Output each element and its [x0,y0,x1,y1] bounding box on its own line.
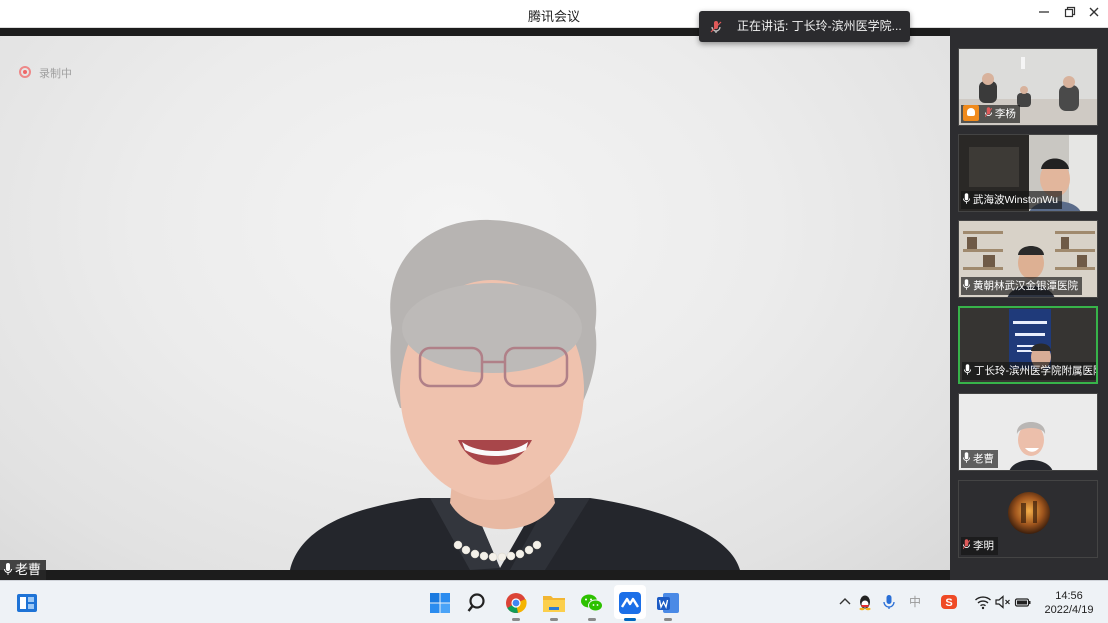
clock-time: 14:56 [1055,590,1083,602]
main-video[interactable]: 录制中 老曹 [0,28,950,580]
participant-name: 李明 [973,540,994,552]
battery-icon[interactable] [1014,593,1032,611]
participant-name: 丁长玲-滨州医学院附属医院 [974,365,1098,377]
participant-label: 李明 [961,537,998,555]
participant-tile-active[interactable]: 丁长玲-滨州医学院附属医院 [958,306,1098,384]
recording-label: 录制中 [39,68,72,80]
window-title: 腾讯会议 [527,9,580,24]
start-icon[interactable] [427,590,453,616]
volume-muted-icon[interactable] [994,593,1012,611]
speaking-banner: 正在讲话: 丁长玲-滨州医学院... [699,11,910,42]
word-icon[interactable] [655,590,681,616]
qq-icon[interactable] [856,593,874,611]
participant-tile[interactable]: 黄朝林武汉金银潭医院 [958,220,1098,298]
microphone-icon[interactable] [880,593,898,611]
participant-label: 丁长玲-滨州医学院附属医院 [962,362,1098,380]
participant-label: 武海波WinstonWu [961,191,1062,209]
speaker-video-figure [290,219,740,570]
recording-icon [19,66,31,78]
minimize-icon [1039,11,1049,13]
clock[interactable]: 14:56 2022/4/19 [1040,589,1098,617]
chrome-icon[interactable] [503,590,529,616]
clock-date: 2022/4/19 [1044,604,1094,616]
widgets-icon[interactable] [14,590,40,616]
participant-label: 李杨 [961,105,1020,123]
participant-tile[interactable]: 老曹 [958,393,1098,471]
microphone-icon [963,279,970,290]
svg-text:S: S [945,597,952,609]
restore-button[interactable] [1059,4,1081,24]
restore-icon [1064,6,1076,18]
participant-tile[interactable]: 武海波WinstonWu [958,134,1098,212]
main-participant-label: 老曹 [15,562,42,577]
microphone-icon [4,563,12,575]
participant-name: 武海波WinstonWu [973,194,1058,206]
microphone-muted-icon [984,107,992,118]
taskbar: 中 S 14:56 2022/4/19 [0,580,1108,623]
minimize-button[interactable] [1033,4,1055,24]
speaking-mic-icon [710,21,722,33]
chevron-up-icon[interactable] [836,593,854,611]
ime-icon[interactable]: 中 [906,593,924,611]
active-indicator [624,618,636,621]
sogou-icon[interactable]: S [940,593,958,611]
microphone-muted-icon [963,539,970,550]
participant-label: 老曹 [961,450,998,468]
running-indicator [512,618,520,621]
title-bar: 腾讯会议 [0,0,1108,28]
participant-tile[interactable]: 李杨 [958,48,1098,126]
running-indicator [588,618,596,621]
participant-name: 黄朝林武汉金银潭医院 [973,280,1078,292]
participant-name: 老曹 [973,453,994,465]
close-icon [1089,7,1099,17]
participant-sidebar: 李杨 武海波WinstonWu 黄朝林武汉金银潭医院 丁长玲-滨州医学院附属医院… [950,28,1108,580]
running-indicator [550,618,558,621]
close-button[interactable] [1083,4,1105,24]
microphone-icon [963,193,970,204]
search-icon[interactable] [465,590,491,616]
microphone-icon [964,364,971,375]
tencent-meeting-window: 腾讯会议 正在讲话: 丁长玲-滨州医学院... 录制中 老曹 李杨 武海波Win… [0,0,1108,623]
speaking-text: 正在讲话: 丁长玲-滨州医学院... [737,19,902,33]
wifi-icon[interactable] [974,593,992,611]
host-avatar-icon [963,105,979,121]
microphone-icon [963,452,970,463]
participant-tile[interactable]: 李明 [958,480,1098,558]
participant-name: 李杨 [994,108,1016,120]
wechat-icon[interactable] [579,590,605,616]
running-indicator [664,618,672,621]
main-participant-name: 老曹 [0,560,47,580]
participant-label: 黄朝林武汉金银潭医院 [961,277,1082,295]
tencent-meeting-icon[interactable] [617,590,643,616]
file-explorer-icon[interactable] [541,590,567,616]
